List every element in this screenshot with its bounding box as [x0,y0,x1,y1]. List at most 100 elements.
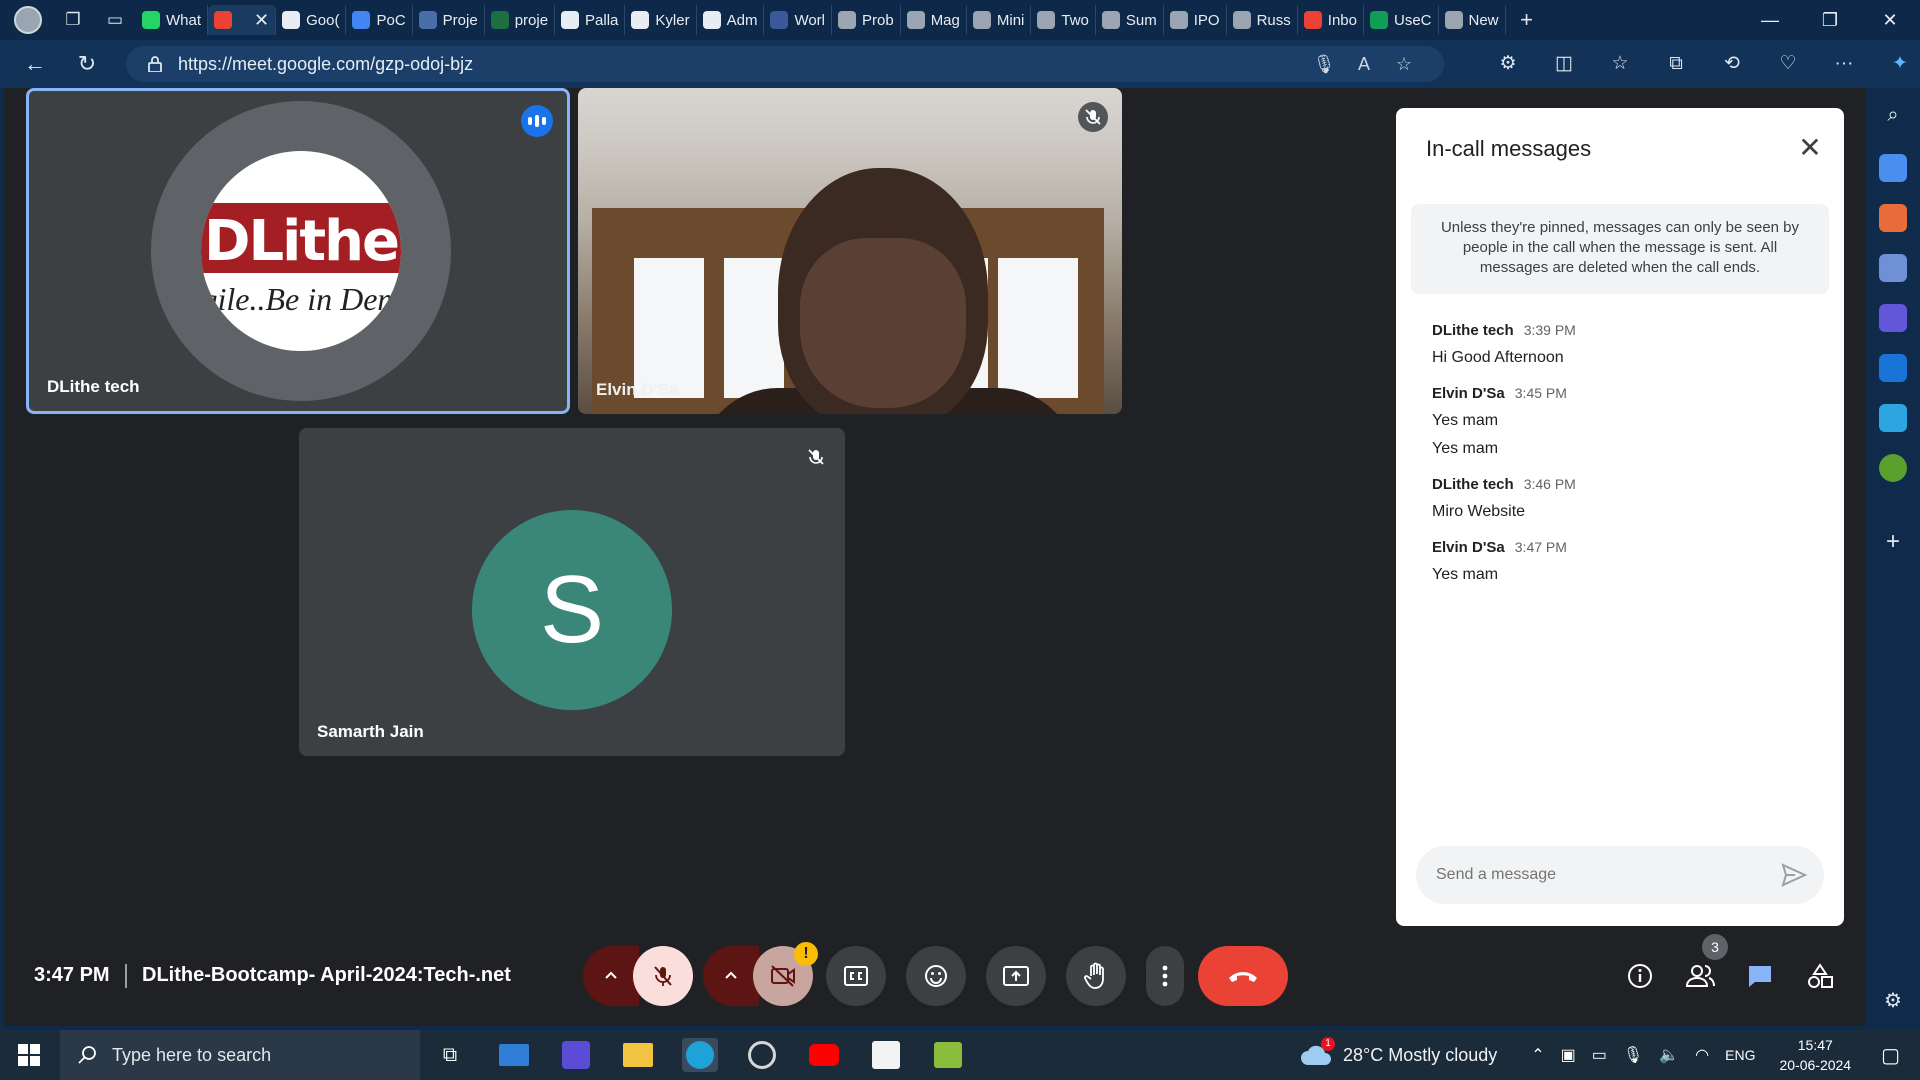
browser-tab[interactable]: Inbo [1298,5,1364,35]
browser-tab[interactable]: Adm [697,5,765,35]
mail-icon[interactable] [496,1038,532,1072]
search-icon[interactable]: ⌕ [1879,104,1907,132]
settings-icon[interactable]: ⚙ [1879,988,1907,1016]
tree-icon[interactable] [1879,454,1907,482]
volume-icon[interactable]: 🔈 [1659,1045,1679,1065]
tab-label: Adm [726,11,758,29]
youtube-icon[interactable] [806,1038,842,1072]
task-view-icon[interactable]: ⧉ [432,1038,468,1072]
camera-video [578,88,1122,414]
copilot-app-icon[interactable] [1879,304,1907,332]
media-player-icon[interactable] [744,1038,780,1072]
message-composer[interactable] [1416,846,1824,904]
participant-tile-samarth[interactable]: S Samarth Jain [299,428,845,756]
leave-call-button[interactable] [1198,946,1288,1006]
windows-start-icon[interactable] [18,1044,40,1066]
outlook-icon[interactable] [1879,354,1907,382]
chevron-up-icon[interactable]: ⌃ [1531,1045,1544,1065]
tab-favicon [282,11,301,29]
collections-icon[interactable]: ⧉ [1648,46,1704,82]
browser-tab[interactable]: UseC [1364,5,1439,35]
browser-tab[interactable]: Worl [764,5,832,35]
browser-tab[interactable]: What [136,5,209,35]
browser-tab[interactable]: Proje [413,5,485,35]
taskbar-search[interactable]: Type here to search [60,1030,420,1080]
games-icon[interactable] [1879,254,1907,282]
address-bar[interactable]: https://meet.google.com/gzp-odoj-bjz 🎙 A… [126,46,1444,82]
browser-tab[interactable]: proje [485,5,556,35]
browser-tab[interactable]: ✕ [208,5,277,35]
browser-tab[interactable]: Two [1031,5,1096,35]
tab-label: What [166,11,202,29]
notifications-icon[interactable]: ▢ [1881,1043,1900,1068]
new-tab-icon[interactable]: + [1516,9,1538,31]
copilot-icon[interactable]: ✦ [1872,46,1920,82]
browser-tab[interactable]: Mag [901,5,967,35]
split-screen-icon[interactable]: ◫ [1536,46,1592,82]
send-icon[interactable] [1780,862,1808,888]
network-icon[interactable]: ▣ [1561,1045,1576,1065]
favorite-star-icon[interactable]: ☆ [1384,54,1424,75]
app-icon[interactable] [558,1038,594,1072]
language-indicator[interactable]: ENG [1725,1047,1755,1063]
restore-icon[interactable]: ❐ [1800,0,1860,40]
history-icon[interactable]: ⟲ [1704,46,1760,82]
back-icon[interactable]: ← [18,47,52,81]
activities-button[interactable] [1796,952,1844,1000]
close-panel-icon[interactable]: ✕ [1796,134,1824,162]
favorites-icon[interactable]: ☆ [1592,46,1648,82]
weather-widget[interactable]: 1 28°C Mostly cloudy [1299,1037,1497,1067]
taskbar-clock[interactable]: 15:47 20-06-2024 [1779,1035,1851,1075]
microphone-toggle-button[interactable] [633,946,693,1006]
captions-button[interactable] [826,946,886,1006]
tab-actions-icon[interactable]: ▭ [104,9,126,31]
browser-tab[interactable]: Mini [967,5,1032,35]
store-icon[interactable] [868,1038,904,1072]
minimize-icon[interactable]: — [1740,0,1800,40]
profile-avatar[interactable] [14,6,42,34]
more-options-icon[interactable]: ··· [1816,46,1872,82]
tab-label: Worl [794,11,825,29]
participant-tile-dlithe[interactable]: DLithe gile..Be in Dem DLithe tech [26,88,570,414]
image-app-icon[interactable] [930,1038,966,1072]
close-window-icon[interactable]: ✕ [1860,0,1920,40]
present-screen-button[interactable] [986,946,1046,1006]
microphone-icon[interactable]: 🎙 [1623,1045,1643,1065]
chat-button[interactable] [1736,952,1784,1000]
browser-tab[interactable]: Palla [555,5,626,35]
battery-icon[interactable]: ▭ [1592,1045,1607,1065]
read-aloud-icon[interactable]: A [1344,54,1384,75]
browser-tab[interactable]: Kyler [625,5,697,35]
participant-tile-elvin[interactable]: Elvin D'Sa [578,88,1122,414]
wifi-icon[interactable]: ◠ [1695,1045,1709,1065]
telegram-icon[interactable] [1879,404,1907,432]
browser-tab[interactable]: Russ [1227,5,1298,35]
audio-options-button[interactable] [583,946,639,1006]
message-input[interactable] [1436,866,1756,884]
chat-notice: Unless they're pinned, messages can only… [1411,204,1829,294]
browser-tab[interactable]: Goo( [276,5,347,35]
toolbox-icon[interactable] [1879,204,1907,232]
microphone-icon[interactable]: 🎙 [1304,54,1344,75]
close-tab-icon[interactable]: ✕ [254,10,269,31]
message-text: Yes mam [1432,412,1499,429]
raise-hand-button[interactable] [1066,946,1126,1006]
browser-tab[interactable]: New [1439,5,1506,35]
browser-tab[interactable]: IPO [1164,5,1227,35]
video-options-button[interactable] [703,946,759,1006]
workspaces-icon[interactable]: ❐ [62,9,84,31]
browser-tab[interactable]: Prob [832,5,901,35]
tab-favicon [1232,11,1251,29]
reactions-button[interactable] [906,946,966,1006]
extensions-icon[interactable]: ⚙ [1480,46,1536,82]
refresh-icon[interactable]: ↻ [70,47,104,81]
browser-tab[interactable]: Sum [1096,5,1164,35]
file-explorer-icon[interactable] [620,1038,656,1072]
performance-icon[interactable]: ♡ [1760,46,1816,82]
browser-tab[interactable]: PoC [346,5,413,35]
edge-icon[interactable] [682,1038,718,1072]
tag-icon[interactable] [1879,154,1907,182]
meeting-details-button[interactable] [1616,952,1664,1000]
add-icon[interactable]: + [1879,528,1907,556]
more-options-button[interactable] [1146,946,1184,1006]
